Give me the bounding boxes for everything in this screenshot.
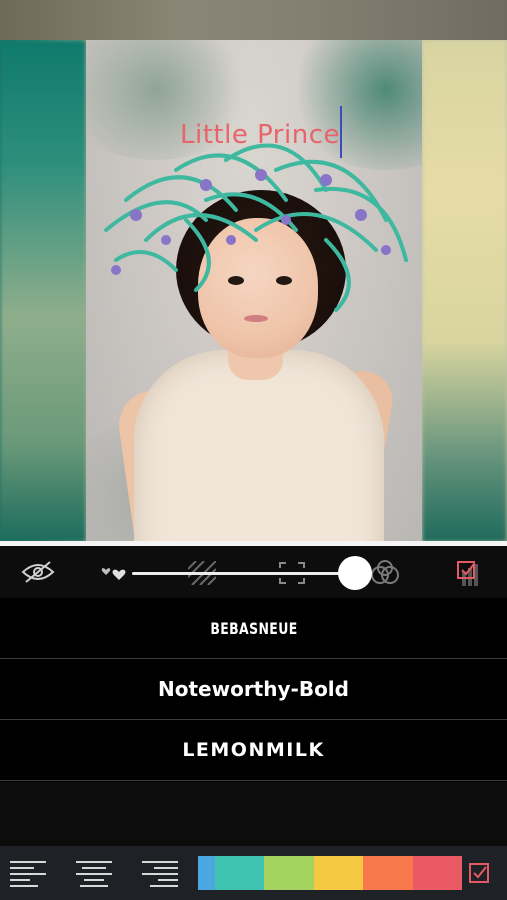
text-overlay[interactable]: Little Prince [180,120,340,150]
font-option-noteworthy-bold[interactable]: Noteworthy-Bold [0,659,507,720]
photo [86,40,422,542]
text-cursor [340,106,342,158]
color-swatch-teal[interactable] [215,856,265,890]
font-option-label: Noteworthy-Bold [158,677,349,701]
font-option-label: BEBASNEUE [209,618,298,638]
color-swatch-orange[interactable] [363,856,413,890]
opacity-slider-track[interactable] [132,572,352,575]
font-list: BEBASNEUE Noteworthy-Bold LEMONMILK [0,598,507,781]
flower-wreath [104,143,408,312]
font-list-spacer [0,782,507,846]
color-swatch-blue[interactable] [198,856,215,890]
photo-canvas[interactable]: Little Prince [0,40,507,542]
opacity-slider-knob[interactable] [338,556,372,590]
check-square-icon[interactable] [456,560,488,588]
blurred-background-left [0,40,86,542]
eye-slash-icon[interactable] [20,560,56,584]
font-option-label: LEMONMILK [182,739,325,761]
align-right-icon[interactable] [140,858,180,888]
color-swatch-green[interactable] [264,856,314,890]
align-center-icon[interactable] [74,858,114,888]
font-option-lemonmilk[interactable]: LEMONMILK [0,720,507,781]
blend-circles-icon [371,560,399,584]
blurred-background-right [422,40,507,542]
color-swatch-red[interactable] [412,856,463,890]
check-square-icon[interactable] [469,863,489,883]
color-swatch-yellow[interactable] [313,856,364,890]
font-option-bebasneue[interactable]: BEBASNEUE [0,598,507,659]
text-controls-bar [0,546,507,598]
color-palette [198,856,463,890]
align-left-icon[interactable] [8,858,48,888]
hearts-icon [101,568,126,580]
top-blur-area [0,0,507,40]
